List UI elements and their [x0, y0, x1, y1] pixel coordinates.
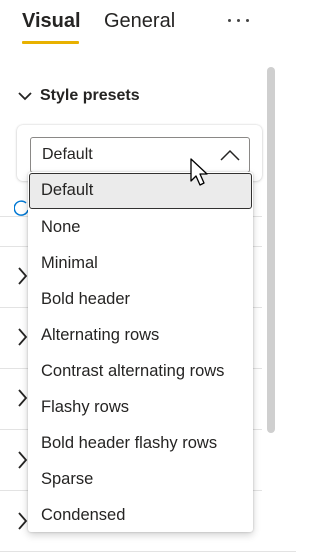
dropdown-option-default[interactable]: Default [29, 173, 252, 209]
option-label: Flashy rows [41, 398, 130, 416]
dropdown-option-sparse[interactable]: Sparse [28, 462, 253, 498]
option-label: Bold header flashy rows [41, 434, 218, 452]
chevron-right-icon[interactable] [16, 327, 28, 347]
mouse-cursor-icon [190, 158, 208, 186]
chevron-right-icon[interactable] [16, 388, 28, 408]
divider [0, 551, 296, 552]
option-label: Alternating rows [41, 326, 160, 344]
dropdown-option-alternating-rows[interactable]: Alternating rows [28, 318, 253, 354]
format-pane: Visual General Style presets Default Def… [0, 0, 296, 558]
chevron-right-icon[interactable] [16, 266, 28, 286]
chevron-up-icon [220, 149, 240, 161]
dropdown-option-flashy-rows[interactable]: Flashy rows [28, 390, 253, 426]
style-presets-header[interactable]: Style presets [14, 84, 214, 108]
chevron-right-icon[interactable] [16, 450, 28, 470]
tab-bar: Visual General [0, 0, 296, 46]
option-label: Sparse [41, 470, 94, 488]
option-label: Bold header [41, 290, 130, 308]
select-value: Default [42, 146, 93, 163]
tab-visual[interactable]: Visual [22, 10, 81, 33]
style-preset-select[interactable]: Default [30, 137, 250, 173]
option-label: Default [41, 181, 94, 199]
active-tab-indicator [22, 41, 79, 44]
option-label: Minimal [41, 254, 98, 272]
tab-general[interactable]: General [104, 10, 175, 33]
dropdown-option-contrast-alternating-rows[interactable]: Contrast alternating rows [28, 354, 253, 390]
dropdown-option-bold-header[interactable]: Bold header [28, 282, 253, 318]
dropdown-option-none[interactable]: None [28, 210, 253, 246]
option-label: Contrast alternating rows [41, 362, 225, 380]
dropdown-option-bold-header-flashy-rows[interactable]: Bold header flashy rows [28, 426, 253, 462]
chevron-down-icon [18, 92, 32, 101]
option-label: None [41, 218, 81, 236]
style-preset-dropdown: Default None Minimal Bold header Alterna… [28, 172, 253, 532]
chevron-right-icon[interactable] [16, 511, 28, 531]
more-options-icon[interactable] [224, 6, 254, 32]
option-label: Condensed [41, 506, 126, 524]
scrollbar-thumb[interactable] [267, 67, 275, 433]
dropdown-option-minimal[interactable]: Minimal [28, 246, 253, 282]
dropdown-option-condensed[interactable]: Condensed [28, 498, 253, 534]
section-title: Style presets [40, 87, 140, 104]
